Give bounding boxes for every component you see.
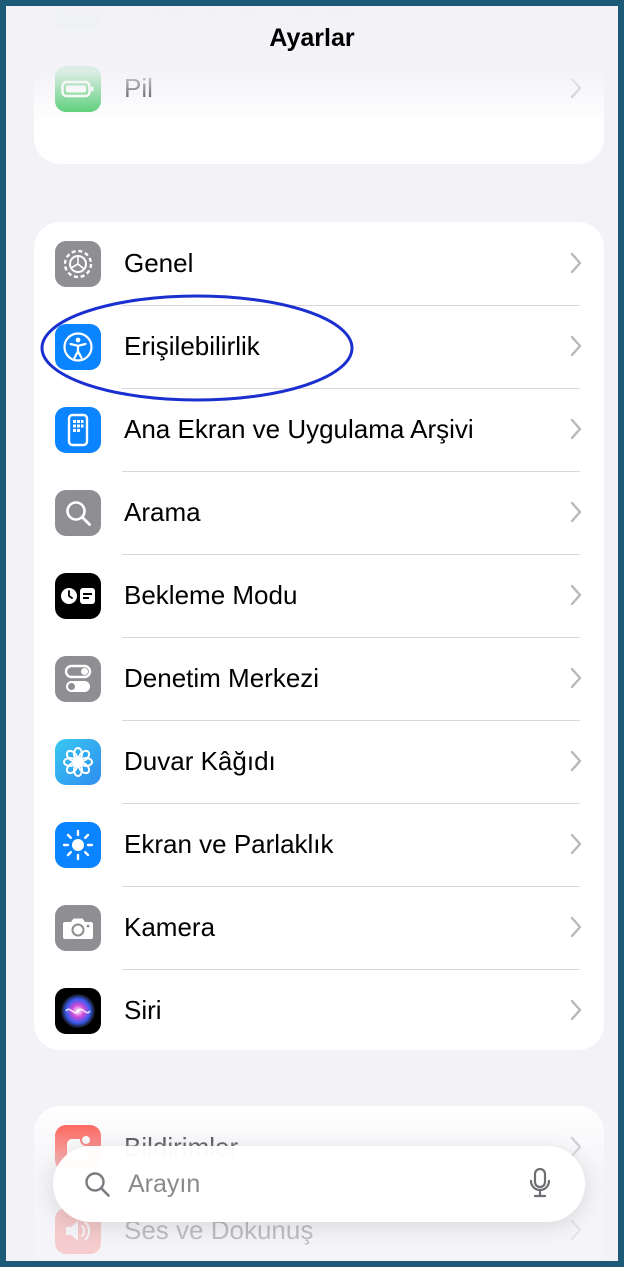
chevron-right-icon <box>570 77 582 99</box>
camera-icon <box>55 905 101 951</box>
settings-row-camera[interactable]: Kamera <box>34 886 604 969</box>
flower-icon <box>55 739 101 785</box>
chevron-right-icon <box>570 584 582 606</box>
chevron-right-icon <box>570 833 582 855</box>
gear-icon <box>55 241 101 287</box>
highlight-ellipse <box>40 294 354 402</box>
settings-row-label: Siri <box>124 995 162 1025</box>
toggles-icon <box>55 656 101 702</box>
settings-row-label: Kamera <box>124 912 216 942</box>
settings-row-display[interactable]: Ekran ve Parlaklık <box>34 803 604 886</box>
settings-row-label: Genel <box>124 248 194 278</box>
search-icon <box>55 490 101 536</box>
chevron-right-icon <box>570 335 582 357</box>
settings-row-label: Kişisel Erişim Noktası <box>124 6 374 21</box>
siri-icon <box>55 988 101 1034</box>
settings-row-label: Bekleme Modu <box>124 580 298 610</box>
search-icon <box>85 1172 110 1197</box>
search-input[interactable]: Arayın <box>128 1170 200 1199</box>
settings-row-label: Duvar Kâğıdı <box>124 746 276 776</box>
hotspot-status: Kapalı <box>473 6 544 20</box>
settings-row-control-center[interactable]: Denetim Merkezi <box>34 637 604 720</box>
chevron-right-icon <box>570 252 582 274</box>
chevron-right-icon <box>570 418 582 440</box>
settings-row-siri[interactable]: Siri <box>34 969 604 1050</box>
sun-icon <box>55 822 101 868</box>
home-screen-icon <box>55 407 101 453</box>
settings-row-standby[interactable]: Bekleme Modu <box>34 554 604 637</box>
chevron-right-icon <box>570 1219 582 1241</box>
settings-screen: Ayarlar Kişisel Erişim Noktası Kapalı Pi… <box>6 6 618 1261</box>
chevron-right-icon <box>570 916 582 938</box>
settings-row-label: Pil <box>124 73 153 103</box>
settings-row-label: Ekran ve Parlaklık <box>124 829 334 859</box>
settings-row-wallpaper[interactable]: Duvar Kâğıdı <box>34 720 604 803</box>
chevron-right-icon <box>570 6 581 16</box>
microphone-icon[interactable] <box>529 1167 551 1199</box>
page-title: Ayarlar <box>269 24 355 52</box>
standby-icon <box>55 573 101 619</box>
settings-row-label: Arama <box>124 497 201 527</box>
chevron-right-icon <box>570 501 582 523</box>
chevron-right-icon <box>570 667 582 689</box>
settings-row-battery[interactable]: Pil <box>34 47 604 130</box>
battery-icon <box>55 66 101 112</box>
settings-row-label: Denetim Merkezi <box>124 663 320 693</box>
chevron-right-icon <box>570 750 582 772</box>
settings-row-search[interactable]: Arama <box>34 471 604 554</box>
settings-row-label: Ana Ekran ve Uygulama Arşivi <box>124 414 474 444</box>
chevron-right-icon <box>570 999 582 1021</box>
search-bar[interactable]: Arayın <box>53 1146 585 1222</box>
